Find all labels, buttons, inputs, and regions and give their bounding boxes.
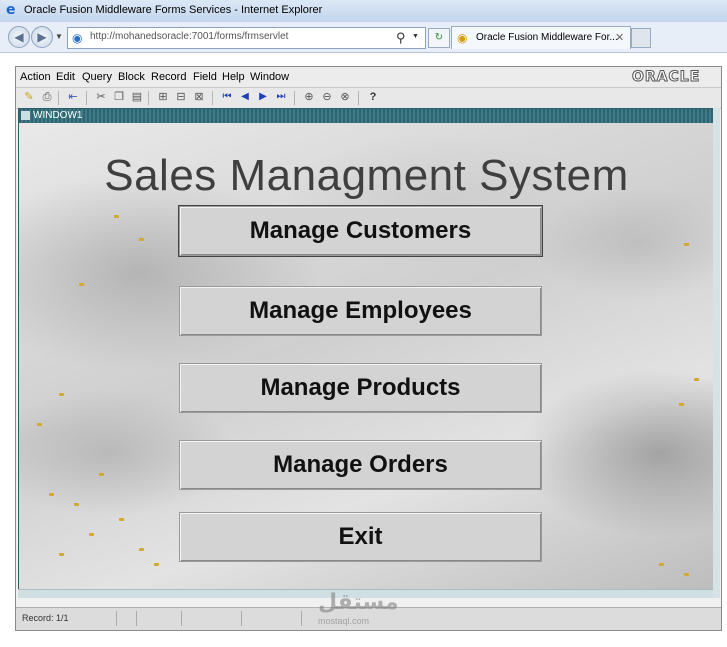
back-icon[interactable]: ◀ — [8, 26, 30, 48]
gold-fleck — [119, 518, 124, 521]
gold-fleck — [74, 503, 79, 506]
browser-title-bar: e Oracle Fusion Middleware Forms Service… — [0, 0, 727, 23]
toolbar-separator — [358, 91, 359, 105]
main-canvas: Sales Managment System Manage Customers … — [19, 123, 714, 589]
gold-fleck — [89, 533, 94, 536]
menu-window[interactable]: Window — [250, 71, 289, 83]
toolbar-separator — [86, 91, 87, 105]
close-icon[interactable]: ✕ — [615, 31, 624, 44]
gold-fleck — [154, 563, 159, 566]
manage-orders-button[interactable]: Manage Orders — [179, 440, 542, 490]
menu-record[interactable]: Record — [151, 71, 186, 83]
exit-button[interactable]: Exit — [179, 512, 542, 562]
address-dropdown-icon[interactable]: ▼ — [412, 33, 419, 40]
search-icon[interactable]: ⚲ — [396, 30, 406, 46]
menu-edit[interactable]: Edit — [56, 71, 75, 83]
toolbar-separator — [148, 91, 149, 105]
forms-menu-bar: Action Edit Query Block Record Field Hel… — [16, 67, 721, 87]
gold-fleck — [659, 563, 664, 566]
gold-fleck — [59, 553, 64, 556]
manage-customers-button[interactable]: Manage Customers — [178, 205, 543, 257]
window-title: Oracle Fusion Middleware Forms Services … — [24, 4, 323, 16]
menu-help[interactable]: Help — [222, 71, 245, 83]
forms-applet: Action Edit Query Block Record Field Hel… — [15, 66, 722, 631]
insert-record-icon[interactable]: ⊕ — [302, 90, 316, 104]
cancel-query-icon[interactable]: ⊠ — [192, 90, 206, 104]
page-title: Sales Managment System — [104, 151, 629, 200]
gold-fleck — [684, 573, 689, 576]
toolbar-separator — [212, 91, 213, 105]
gold-fleck — [114, 215, 119, 218]
watermark-url: mostaql.com — [318, 616, 370, 626]
browser-tab[interactable]: ◉ Oracle Fusion Middleware For... ✕ — [451, 26, 631, 49]
gold-fleck — [37, 423, 42, 426]
first-record-icon[interactable]: ⏮ — [220, 90, 234, 104]
toolbar-separator — [58, 91, 59, 105]
menu-field[interactable]: Field — [193, 71, 217, 83]
watermark-logo: مستقل — [318, 590, 399, 615]
last-record-icon[interactable]: ⏭ — [274, 90, 288, 104]
gold-fleck — [694, 378, 699, 381]
lock-record-icon[interactable]: ⊗ — [338, 90, 352, 104]
manage-employees-button[interactable]: Manage Employees — [179, 286, 542, 336]
address-field[interactable]: ◉ http://mohanedsoracle:7001/forms/frmse… — [67, 27, 426, 49]
execute-query-icon[interactable]: ⊟ — [174, 90, 188, 104]
page-icon: ◉ — [72, 31, 83, 45]
address-toolbar: ◀ ▶ ▼ ◉ http://mohanedsoracle:7001/forms… — [0, 22, 727, 53]
gold-fleck — [679, 403, 684, 406]
forward-icon[interactable]: ▶ — [31, 26, 53, 48]
tab-label: Oracle Fusion Middleware For... — [476, 32, 618, 43]
menu-query[interactable]: Query — [82, 71, 112, 83]
next-record-icon[interactable]: ▶ — [256, 90, 270, 104]
help-icon[interactable]: ? — [366, 90, 380, 104]
status-divider — [181, 611, 182, 626]
enter-query-icon[interactable]: ⊞ — [156, 90, 170, 104]
forms-toolbar: ✎ ⎙ ⇤ ✂ ❐ ▤ ⊞ ⊟ ⊠ ⏮ ◀ ▶ ⏭ ⊕ ⊖ ⊗ ? — [16, 87, 721, 109]
gold-fleck — [99, 473, 104, 476]
new-tab-button[interactable] — [631, 28, 651, 48]
previous-record-icon[interactable]: ◀ — [238, 90, 252, 104]
copy-icon[interactable]: ❐ — [112, 90, 126, 104]
forms-window: WINDOW1 Sales Managment System Manage Cu… — [18, 108, 715, 590]
status-divider — [241, 611, 242, 626]
menu-block[interactable]: Block — [118, 71, 145, 83]
menu-action[interactable]: Action — [20, 71, 51, 83]
refresh-icon[interactable]: ↻ — [428, 28, 450, 48]
exit-form-icon[interactable]: ⇤ — [66, 90, 80, 104]
ie-logo-icon: e — [6, 2, 16, 18]
gold-fleck — [59, 393, 64, 396]
record-status: Record: 1/1 — [22, 613, 69, 623]
delete-record-icon[interactable]: ⊖ — [320, 90, 334, 104]
status-divider — [136, 611, 137, 626]
print-icon[interactable]: ⎙ — [40, 90, 54, 104]
url-text[interactable]: http://mohanedsoracle:7001/forms/frmserv… — [90, 31, 288, 42]
save-icon[interactable]: ✎ — [22, 90, 36, 104]
gold-fleck — [79, 283, 84, 286]
status-divider — [116, 611, 117, 626]
paste-icon[interactable]: ▤ — [130, 90, 144, 104]
manage-products-button[interactable]: Manage Products — [179, 363, 542, 413]
tab-icon: ◉ — [457, 31, 468, 45]
window-icon — [21, 111, 30, 120]
vertical-scrollbar[interactable] — [713, 108, 720, 598]
oracle-logo: ORACLE — [631, 69, 701, 86]
status-divider — [301, 611, 302, 626]
gold-fleck — [139, 548, 144, 551]
gold-fleck — [49, 493, 54, 496]
window-title: WINDOW1 — [33, 110, 83, 121]
gold-fleck — [139, 238, 144, 241]
gold-fleck — [684, 243, 689, 246]
history-dropdown-icon[interactable]: ▼ — [55, 32, 63, 41]
toolbar-separator — [294, 91, 295, 105]
cut-icon[interactable]: ✂ — [94, 90, 108, 104]
window-title-bar: WINDOW1 — [19, 109, 714, 123]
